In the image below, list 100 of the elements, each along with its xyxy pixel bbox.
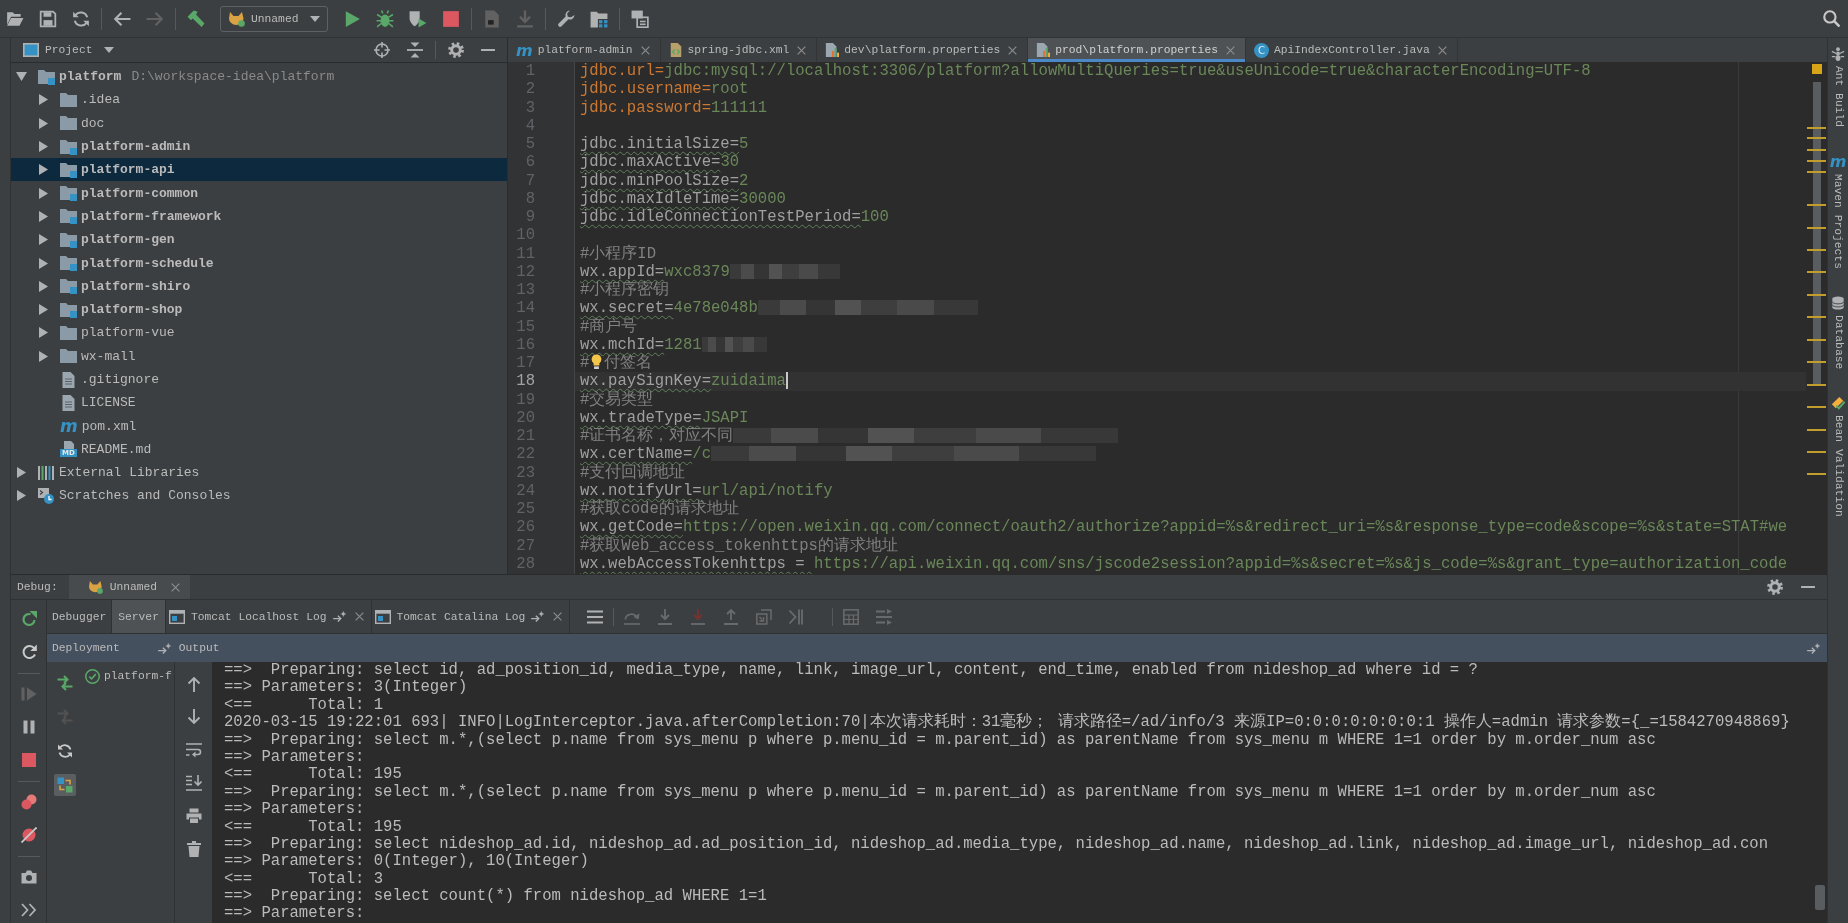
- expand-arrow-icon[interactable]: [39, 257, 48, 269]
- tree-item[interactable]: platform-shop: [11, 297, 507, 322]
- tree-item[interactable]: platform-admin: [11, 134, 507, 159]
- tree-item[interactable]: m pom.xml: [11, 414, 507, 438]
- tree-item[interactable]: .idea: [11, 88, 507, 112]
- expand-arrow-icon[interactable]: [39, 280, 48, 292]
- close-icon[interactable]: [354, 612, 364, 621]
- minimize-icon[interactable]: [1801, 585, 1815, 589]
- tree-item[interactable]: LICENSE: [11, 391, 507, 415]
- close-icon[interactable]: [640, 45, 650, 55]
- close-icon[interactable]: [1437, 45, 1447, 55]
- tool-window-button[interactable]: Ant Build: [1831, 47, 1845, 127]
- double-chevron-icon[interactable]: [20, 902, 37, 918]
- muted-breakpoint-icon[interactable]: [20, 827, 37, 843]
- trash-icon[interactable]: [185, 841, 202, 857]
- crosshair-icon[interactable]: [374, 42, 390, 58]
- lines-icon[interactable]: [587, 608, 604, 625]
- stop-icon[interactable]: [442, 9, 460, 28]
- tree-item[interactable]: platform-shiro: [11, 274, 507, 298]
- debug-tab[interactable]: Tomcat Catalina Log: [371, 600, 571, 633]
- tree-item[interactable]: platform-gen: [11, 228, 507, 252]
- expand-arrow-icon[interactable]: [39, 117, 48, 129]
- tree-item[interactable]: platform-common: [11, 181, 507, 205]
- bug-icon[interactable]: [376, 9, 394, 28]
- tree-item[interactable]: Scratches and Consoles: [11, 484, 507, 508]
- expand-arrow-icon[interactable]: [17, 467, 26, 479]
- editor-tab[interactable]: spring-jdbc.xml: [660, 38, 818, 62]
- folder-icon[interactable]: [6, 9, 24, 28]
- scroll-end-icon[interactable]: [185, 775, 202, 791]
- debug-tab[interactable]: Tomcat Localhost Log: [165, 600, 372, 633]
- expand-arrow-icon[interactable]: [39, 164, 48, 176]
- layers-icon[interactable]: [631, 9, 649, 28]
- expand-arrow-icon[interactable]: [17, 490, 26, 502]
- tree-item[interactable]: platform D:\workspace-idea\platform: [11, 65, 507, 89]
- wrench-icon[interactable]: [557, 9, 575, 28]
- expand-arrow-icon[interactable]: [39, 187, 48, 199]
- warning-square-icon[interactable]: [1811, 64, 1822, 74]
- expand-arrow-icon[interactable]: [16, 72, 27, 82]
- expand-arrow-icon[interactable]: [39, 234, 48, 246]
- swap-arrows-icon[interactable]: [56, 675, 73, 691]
- shield-play-icon[interactable]: [409, 9, 427, 28]
- close-icon[interactable]: [553, 612, 563, 621]
- arrow-down-icon[interactable]: [185, 709, 202, 725]
- boxes-icon[interactable]: [53, 774, 76, 796]
- arrow-star-icon[interactable]: [1807, 642, 1820, 654]
- deployment-item[interactable]: platform-f: [82, 666, 174, 686]
- play-icon[interactable]: [343, 9, 361, 28]
- settings-icon[interactable]: [448, 42, 464, 58]
- editor-tab[interactable]: C ApiIndexController.java: [1245, 38, 1458, 62]
- back-arrow-icon[interactable]: [113, 9, 131, 28]
- arrow-up-icon[interactable]: [185, 676, 202, 692]
- property-value: 100: [860, 208, 889, 226]
- close-icon[interactable]: [797, 45, 807, 55]
- refresh-icon[interactable]: [72, 9, 90, 28]
- tree-item[interactable]: platform-schedule: [11, 251, 507, 275]
- expand-arrow-icon[interactable]: [39, 327, 48, 339]
- refresh-icon[interactable]: [20, 644, 37, 660]
- collapse-icon[interactable]: [407, 42, 423, 58]
- stop-icon[interactable]: [20, 752, 37, 768]
- comment-text: 付签名: [604, 354, 653, 372]
- view-dropdown[interactable]: Project: [45, 44, 115, 56]
- breakpoints-icon[interactable]: [20, 794, 37, 810]
- minimize-icon[interactable]: [481, 48, 495, 52]
- tree-item[interactable]: .gitignore: [11, 367, 507, 392]
- expand-arrow-icon[interactable]: [39, 141, 48, 153]
- folder-grid-icon[interactable]: [590, 9, 608, 28]
- hammer-icon[interactable]: [187, 9, 205, 28]
- arrow-star-icon[interactable]: [332, 611, 346, 622]
- tree-item[interactable]: platform-api: [11, 158, 507, 182]
- expand-arrow-icon[interactable]: [39, 210, 48, 222]
- arrow-star-icon[interactable]: [157, 642, 171, 654]
- expand-arrow-icon[interactable]: [39, 304, 48, 316]
- run-config-dropdown[interactable]: Unnamed: [220, 5, 328, 32]
- lightbulb-icon[interactable]: [591, 354, 603, 369]
- tool-window-button[interactable]: m Maven Projects: [1829, 154, 1847, 269]
- save-icon[interactable]: [39, 9, 57, 28]
- wrap-icon[interactable]: [185, 742, 202, 758]
- camera-icon[interactable]: [20, 869, 37, 885]
- tree-item[interactable]: doc: [11, 111, 507, 135]
- editor-tab[interactable]: prod\platform.properties: [1028, 38, 1246, 62]
- expand-arrow-icon[interactable]: [39, 94, 48, 106]
- arrow-star-icon[interactable]: [531, 611, 545, 622]
- refresh-icon[interactable]: [56, 743, 73, 759]
- tree-item[interactable]: External Libraries: [11, 461, 507, 485]
- settings-icon[interactable]: [1767, 579, 1783, 595]
- close-icon[interactable]: [171, 582, 181, 592]
- debug-tab[interactable]: Server: [112, 600, 166, 633]
- console-line: ==> Parameters:: [224, 747, 365, 766]
- scrollbar-drawing[interactable]: [1815, 885, 1825, 910]
- session-tab[interactable]: Unnamed: [68, 575, 191, 599]
- tree-item[interactable]: platform-framework: [11, 204, 507, 229]
- tree-item[interactable]: wx-mall: [11, 344, 507, 368]
- printer-icon[interactable]: [185, 808, 202, 824]
- circular-arrow-icon[interactable]: [20, 611, 37, 627]
- tool-window-button[interactable]: Bean Validation: [1831, 396, 1845, 517]
- close-icon[interactable]: [1008, 45, 1018, 55]
- tool-window-button[interactable]: Database: [1831, 295, 1845, 370]
- tree-item[interactable]: platform-vue: [11, 321, 507, 345]
- search-icon[interactable]: [1823, 10, 1840, 27]
- expand-arrow-icon[interactable]: [39, 350, 48, 362]
